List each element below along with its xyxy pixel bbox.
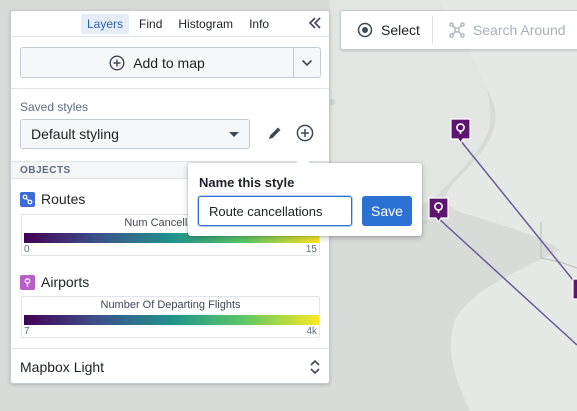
divider: [11, 36, 329, 37]
name-style-popover: Name this style Save: [188, 156, 422, 236]
collapse-panel-icon[interactable]: [307, 14, 323, 32]
double-caret-icon: [310, 359, 320, 375]
saved-style-select[interactable]: Default styling: [20, 119, 250, 149]
airport-pin[interactable]: [572, 278, 577, 305]
legend-max: 15: [305, 244, 317, 255]
map-pin-icon: [450, 118, 471, 145]
popover-title: Name this style: [199, 175, 295, 190]
saved-style-value: Default styling: [31, 126, 119, 142]
airport-pin[interactable]: [450, 118, 471, 145]
tab-info[interactable]: Info: [243, 14, 275, 34]
popover-arrow: [296, 156, 310, 163]
divider: [11, 88, 329, 89]
layer-routes[interactable]: Routes: [20, 191, 85, 207]
map-pin-icon: [572, 278, 577, 300]
map-toolbar: Select Search Around: [340, 10, 577, 50]
layer-airports[interactable]: Airports: [20, 274, 89, 290]
edit-style-pencil-icon[interactable]: [267, 125, 283, 141]
legend-max: 4k: [306, 326, 317, 337]
saved-styles-label: Saved styles: [20, 100, 89, 114]
map-pin-icon: [428, 197, 449, 224]
legend-min: 7: [24, 326, 30, 337]
save-new-style-add-icon[interactable]: [296, 124, 314, 142]
select-target-icon: [357, 22, 373, 38]
select-button[interactable]: Select: [341, 11, 432, 49]
layer-routes-label: Routes: [41, 191, 86, 207]
save-style-button[interactable]: Save: [362, 196, 412, 226]
add-to-map-group: Add to map: [20, 47, 321, 78]
layer-airports-label: Airports: [41, 274, 90, 290]
search-around-icon: [449, 22, 465, 38]
legend-title: Number Of Departing Flights: [100, 299, 241, 311]
search-around-button[interactable]: Search Around: [433, 11, 577, 49]
legend-gradient: [24, 315, 319, 325]
airport-pin[interactable]: [428, 197, 449, 224]
tab-histogram[interactable]: Histogram: [172, 14, 239, 34]
style-name-input[interactable]: [198, 196, 352, 226]
basemap-value: Mapbox Light: [20, 359, 105, 375]
panel-tabs: Layers Find Histogram Info: [11, 11, 329, 36]
add-circle-icon: [109, 54, 125, 71]
tab-layers[interactable]: Layers: [81, 13, 130, 34]
add-to-map-label: Add to map: [133, 54, 205, 71]
map-pin-icon: [20, 274, 35, 290]
airports-color-legend: Number Of Departing Flights 7 4k: [21, 296, 320, 338]
chevron-down-icon: [301, 59, 313, 66]
legend-min: 0: [24, 244, 30, 255]
tab-find[interactable]: Find: [133, 14, 168, 34]
add-to-map-button[interactable]: Add to map: [21, 48, 293, 77]
search-around-label: Search Around: [472, 22, 566, 38]
select-label: Select: [381, 22, 420, 38]
add-to-map-dropdown[interactable]: [293, 48, 320, 77]
island: [423, 220, 427, 224]
caret-down-icon: [229, 131, 239, 137]
route-icon: [20, 191, 35, 207]
basemap-select[interactable]: Mapbox Light: [11, 348, 329, 383]
